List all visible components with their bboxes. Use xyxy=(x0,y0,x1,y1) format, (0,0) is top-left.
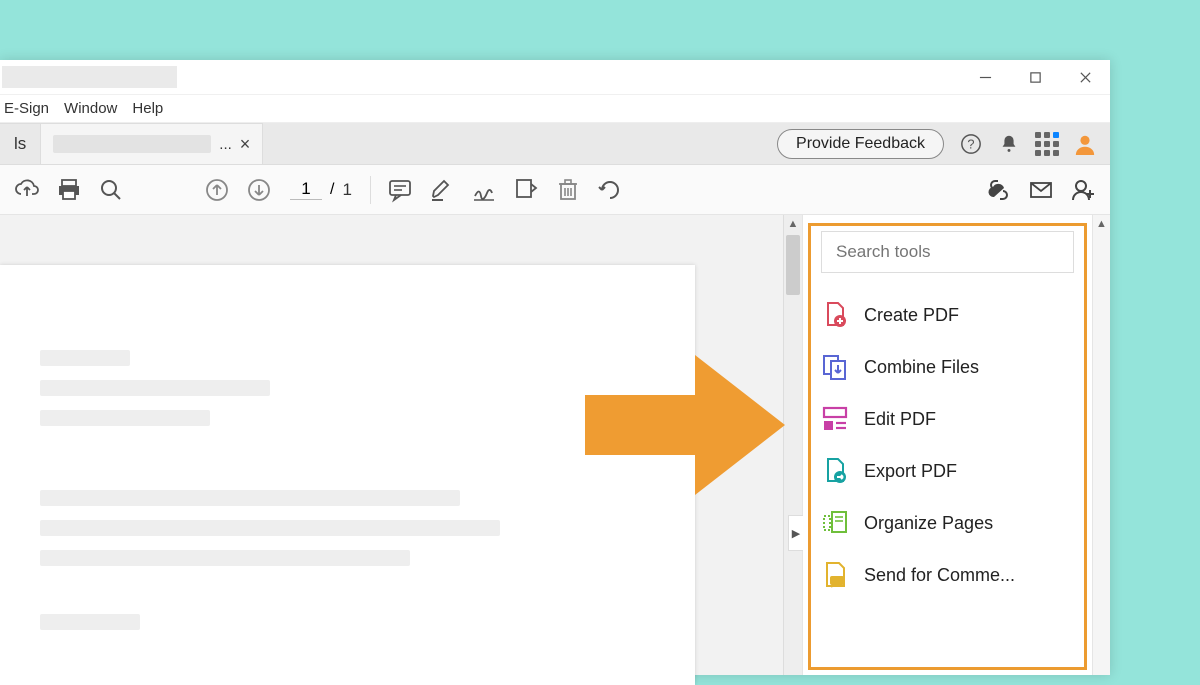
tool-combine-files[interactable]: Combine Files xyxy=(817,341,1078,393)
menubar: E-Sign Window Help xyxy=(0,95,1110,123)
panel-collapse-button[interactable]: ▶ xyxy=(788,515,803,551)
tab-home-tools[interactable]: ls xyxy=(0,123,41,164)
tab-strip: ls ... × Provide Feedback ? xyxy=(0,123,1110,165)
tool-label: Combine Files xyxy=(864,357,979,378)
highlight-icon[interactable] xyxy=(423,171,461,209)
apps-grid-icon[interactable] xyxy=(1036,133,1058,155)
titlebar xyxy=(0,60,1110,95)
sign-icon[interactable] xyxy=(465,171,503,209)
account-avatar-icon[interactable] xyxy=(1074,133,1096,155)
close-window-button[interactable] xyxy=(1060,60,1110,95)
send-comments-icon xyxy=(821,561,849,589)
tool-send-for-comments[interactable]: Send for Comme... xyxy=(817,549,1078,601)
svg-text:?: ? xyxy=(967,136,974,151)
tools-search-input[interactable] xyxy=(836,242,1059,262)
tools-panel: ▶ Create PDF Combine Files Edit PDF xyxy=(802,215,1092,675)
save-cloud-icon[interactable] xyxy=(8,171,46,209)
comment-icon[interactable] xyxy=(381,171,419,209)
tools-list: Create PDF Combine Files Edit PDF Export… xyxy=(803,287,1092,603)
tools-panel-scrollbar[interactable]: ▲ xyxy=(1092,215,1110,675)
tab-document-name-placeholder xyxy=(53,135,211,153)
edit-pdf-icon xyxy=(821,405,849,433)
document-page xyxy=(0,265,695,685)
email-icon[interactable] xyxy=(1022,171,1060,209)
zoom-icon[interactable] xyxy=(92,171,130,209)
document-scrollbar[interactable]: ▲ xyxy=(783,215,802,675)
tab-close-button[interactable]: × xyxy=(240,134,251,155)
scroll-up-icon[interactable]: ▲ xyxy=(784,215,802,233)
tools-search[interactable] xyxy=(821,231,1074,273)
tool-label: Edit PDF xyxy=(864,409,936,430)
title-placeholder xyxy=(2,66,177,88)
help-icon[interactable]: ? xyxy=(960,133,982,155)
page-separator: / xyxy=(330,181,334,199)
menu-esign[interactable]: E-Sign xyxy=(4,100,49,117)
tool-label: Create PDF xyxy=(864,305,959,326)
page-up-icon[interactable] xyxy=(198,171,236,209)
link-cloud-icon[interactable] xyxy=(980,171,1018,209)
document-viewport[interactable] xyxy=(0,215,783,675)
provide-feedback-button[interactable]: Provide Feedback xyxy=(777,129,944,159)
delete-icon[interactable] xyxy=(549,171,587,209)
create-pdf-icon xyxy=(821,301,849,329)
total-pages: 1 xyxy=(342,180,351,200)
tool-organize-pages[interactable]: Organize Pages xyxy=(817,497,1078,549)
maximize-button[interactable] xyxy=(1010,60,1060,95)
organize-pages-icon xyxy=(821,509,849,537)
tool-label: Send for Comme... xyxy=(864,565,1015,586)
tab-document[interactable]: ... × xyxy=(41,123,263,164)
tool-create-pdf[interactable]: Create PDF xyxy=(817,289,1078,341)
share-person-icon[interactable] xyxy=(1064,171,1102,209)
scroll-thumb[interactable] xyxy=(786,235,800,295)
menu-window[interactable]: Window xyxy=(64,100,117,117)
combine-files-icon xyxy=(821,353,849,381)
tab-document-ellipsis: ... xyxy=(219,136,232,153)
export-pdf-icon xyxy=(821,457,849,485)
tool-edit-pdf[interactable]: Edit PDF xyxy=(817,393,1078,445)
current-page-input[interactable] xyxy=(290,179,322,200)
menu-help[interactable]: Help xyxy=(132,100,163,117)
minimize-button[interactable] xyxy=(960,60,1010,95)
toolbar: / 1 xyxy=(0,165,1110,215)
app-window: E-Sign Window Help ls ... × Provide Feed… xyxy=(0,60,1110,675)
rotate-icon[interactable] xyxy=(591,171,629,209)
notifications-icon[interactable] xyxy=(998,133,1020,155)
stamp-icon[interactable] xyxy=(507,171,545,209)
tool-label: Organize Pages xyxy=(864,513,993,534)
tab-home-label-fragment: ls xyxy=(14,134,26,154)
scroll-up-icon[interactable]: ▲ xyxy=(1093,215,1110,233)
page-down-icon[interactable] xyxy=(240,171,278,209)
window-controls xyxy=(960,60,1110,95)
tool-label: Export PDF xyxy=(864,461,957,482)
page-indicator: / 1 xyxy=(290,179,352,200)
content-region: ▲ ▶ Create PDF Combine Files xyxy=(0,215,1110,675)
tool-export-pdf[interactable]: Export PDF xyxy=(817,445,1078,497)
print-icon[interactable] xyxy=(50,171,88,209)
